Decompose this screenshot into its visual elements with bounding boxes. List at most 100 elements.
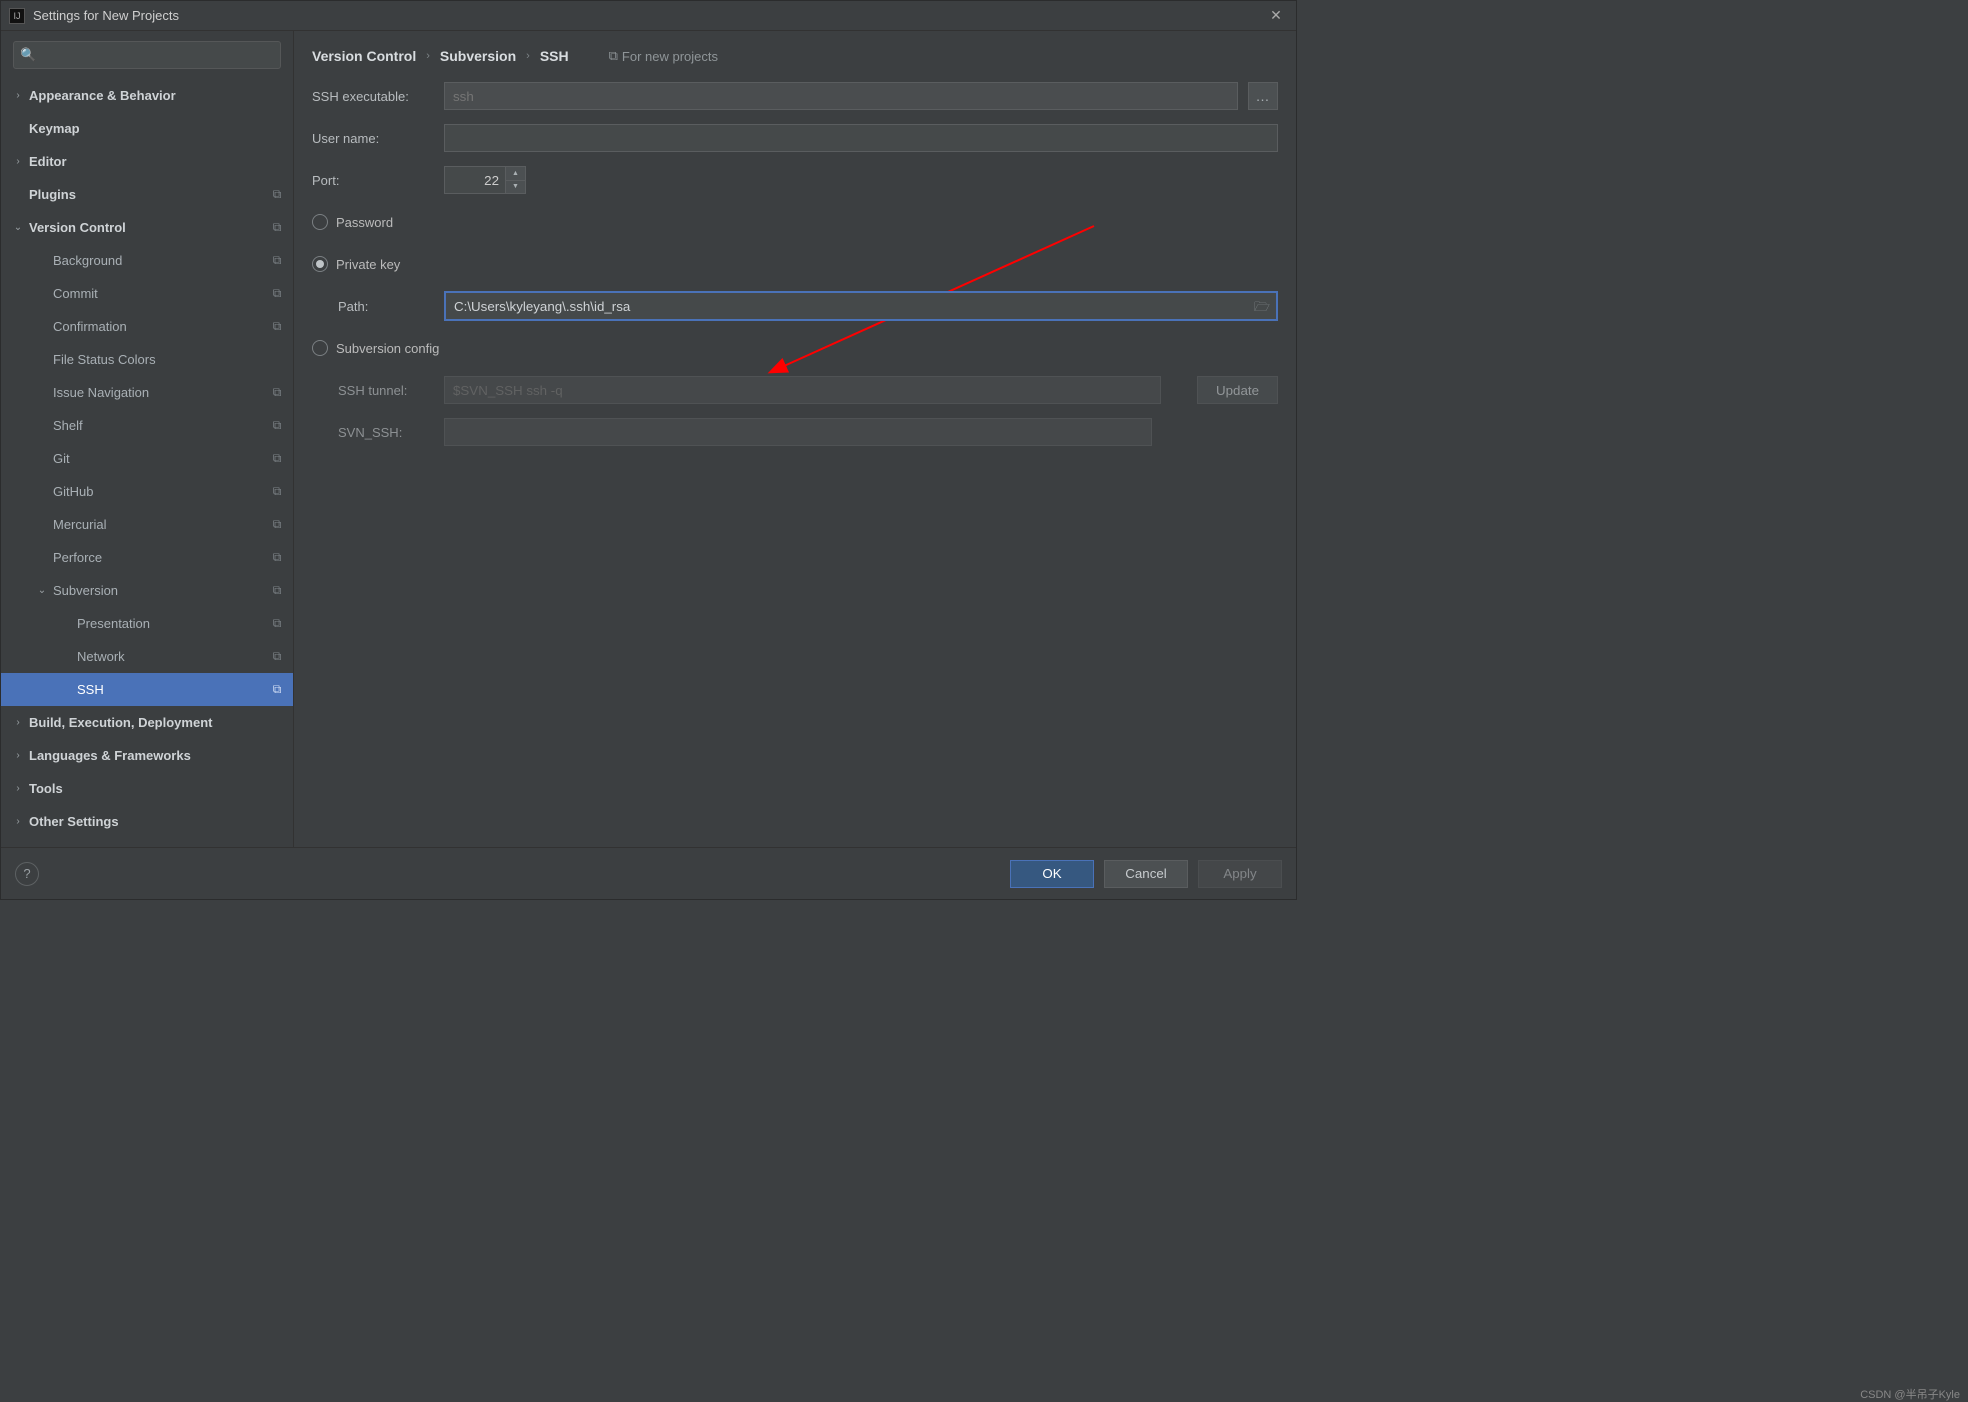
sidebar-item-subversion[interactable]: ⌄Subversion⧉ — [1, 574, 293, 607]
breadcrumb-item[interactable]: Version Control — [312, 48, 416, 64]
window-title: Settings for New Projects — [33, 8, 1264, 23]
sidebar-item-ssh[interactable]: ›SSH⧉ — [1, 673, 293, 706]
radio-icon — [312, 256, 328, 272]
sidebar-item-build-execution-deployment[interactable]: ›Build, Execution, Deployment — [1, 706, 293, 739]
sidebar-item-confirmation[interactable]: ›Confirmation⧉ — [1, 310, 293, 343]
ssh-form: SSH executable: … User name: Port: ▲ ▼ — [294, 81, 1296, 447]
sidebar-item-label: Subversion — [49, 583, 269, 598]
svn-ssh-input — [444, 418, 1152, 446]
sidebar-item-label: SSH — [73, 682, 269, 697]
sidebar: 🔍 ›Appearance & Behavior›Keymap›Editor›P… — [1, 31, 294, 847]
copy-icon: ⧉ — [269, 583, 285, 598]
sidebar-item-label: Mercurial — [49, 517, 269, 532]
sidebar-item-label: Editor — [25, 154, 285, 169]
update-button[interactable]: Update — [1197, 376, 1278, 404]
copy-icon: ⧉ — [269, 253, 285, 268]
sidebar-item-network[interactable]: ›Network⧉ — [1, 640, 293, 673]
port-stepper[interactable]: ▲ ▼ — [444, 166, 526, 194]
browse-executable-button[interactable]: … — [1248, 82, 1278, 110]
private-key-path-input[interactable] — [444, 291, 1278, 321]
sidebar-item-label: Other Settings — [25, 814, 285, 829]
sidebar-item-label: Keymap — [25, 121, 285, 136]
titlebar: IJ Settings for New Projects ✕ — [1, 1, 1296, 31]
radio-icon — [312, 214, 328, 230]
stepper-up-icon[interactable]: ▲ — [506, 167, 525, 181]
radio-private-key[interactable]: Private key — [312, 256, 400, 272]
chevron-icon: › — [11, 783, 25, 794]
sidebar-item-file-status-colors[interactable]: ›File Status Colors — [1, 343, 293, 376]
port-input[interactable] — [444, 166, 506, 194]
close-icon[interactable]: ✕ — [1264, 7, 1288, 24]
sidebar-item-label: Plugins — [25, 187, 269, 202]
sidebar-item-label: GitHub — [49, 484, 269, 499]
sidebar-item-perforce[interactable]: ›Perforce⧉ — [1, 541, 293, 574]
apply-button[interactable]: Apply — [1198, 860, 1282, 888]
username-label: User name: — [312, 131, 434, 146]
sidebar-item-commit[interactable]: ›Commit⧉ — [1, 277, 293, 310]
chevron-icon: › — [11, 156, 25, 167]
cancel-button[interactable]: Cancel — [1104, 860, 1188, 888]
copy-icon: ⧉ — [269, 616, 285, 631]
sidebar-item-label: Appearance & Behavior — [25, 88, 285, 103]
chevron-icon: ⌄ — [11, 222, 25, 233]
sidebar-item-mercurial[interactable]: ›Mercurial⧉ — [1, 508, 293, 541]
sidebar-item-version-control[interactable]: ⌄Version Control⧉ — [1, 211, 293, 244]
search-icon: 🔍 — [20, 47, 36, 63]
sidebar-item-label: Background — [49, 253, 269, 268]
svn-ssh-label: SVN_SSH: — [338, 425, 434, 440]
sidebar-item-keymap[interactable]: ›Keymap — [1, 112, 293, 145]
ssh-tunnel-label: SSH tunnel: — [338, 383, 434, 398]
for-new-projects-hint: ⧉ For new projects — [609, 48, 718, 64]
settings-tree: ›Appearance & Behavior›Keymap›Editor›Plu… — [1, 75, 293, 847]
app-icon: IJ — [9, 8, 25, 24]
breadcrumb-item[interactable]: Subversion — [440, 48, 516, 64]
copy-icon: ⧉ — [269, 385, 285, 400]
watermark: CSDN @半吊子Kyle — [1860, 1386, 1960, 1402]
sidebar-item-other-settings[interactable]: ›Other Settings — [1, 805, 293, 838]
sidebar-item-label: Version Control — [25, 220, 269, 235]
sidebar-item-presentation[interactable]: ›Presentation⧉ — [1, 607, 293, 640]
radio-password[interactable]: Password — [312, 214, 393, 230]
sidebar-item-plugins[interactable]: ›Plugins⧉ — [1, 178, 293, 211]
copy-icon: ⧉ — [269, 649, 285, 664]
username-input[interactable] — [444, 124, 1278, 152]
ok-button[interactable]: OK — [1010, 860, 1094, 888]
radio-password-label: Password — [336, 215, 393, 230]
sidebar-item-label: Languages & Frameworks — [25, 748, 285, 763]
chevron-icon: ⌄ — [35, 585, 49, 596]
breadcrumb: Version Control › Subversion › SSH ⧉ For… — [294, 31, 1296, 81]
copy-icon: ⧉ — [269, 220, 285, 235]
copy-icon: ⧉ — [269, 484, 285, 499]
sidebar-item-label: Issue Navigation — [49, 385, 269, 400]
sidebar-item-git[interactable]: ›Git⧉ — [1, 442, 293, 475]
ssh-tunnel-input — [444, 376, 1161, 404]
copy-icon: ⧉ — [269, 517, 285, 532]
radio-icon — [312, 340, 328, 356]
sidebar-item-issue-navigation[interactable]: ›Issue Navigation⧉ — [1, 376, 293, 409]
search-input[interactable] — [13, 41, 281, 69]
radio-subversion-config[interactable]: Subversion config — [312, 340, 439, 356]
ssh-executable-input[interactable] — [444, 82, 1238, 110]
sidebar-item-label: Presentation — [73, 616, 269, 631]
sidebar-item-tools[interactable]: ›Tools — [1, 772, 293, 805]
sidebar-item-github[interactable]: ›GitHub⧉ — [1, 475, 293, 508]
path-label: Path: — [338, 299, 434, 314]
port-label: Port: — [312, 173, 434, 188]
chevron-icon: › — [11, 717, 25, 728]
sidebar-item-shelf[interactable]: ›Shelf⧉ — [1, 409, 293, 442]
sidebar-item-label: Commit — [49, 286, 269, 301]
footer: ? OK Cancel Apply — [1, 847, 1296, 899]
copy-icon: ⧉ — [269, 550, 285, 565]
sidebar-item-label: Git — [49, 451, 269, 466]
sidebar-item-label: Perforce — [49, 550, 269, 565]
sidebar-item-editor[interactable]: ›Editor — [1, 145, 293, 178]
sidebar-item-background[interactable]: ›Background⧉ — [1, 244, 293, 277]
stepper-down-icon[interactable]: ▼ — [506, 181, 525, 194]
sidebar-item-languages-frameworks[interactable]: ›Languages & Frameworks — [1, 739, 293, 772]
sidebar-item-appearance-behavior[interactable]: ›Appearance & Behavior — [1, 79, 293, 112]
breadcrumb-item[interactable]: SSH — [540, 48, 569, 64]
folder-icon[interactable]: 🗁 — [1254, 298, 1270, 320]
help-button[interactable]: ? — [15, 862, 39, 886]
sidebar-item-label: Tools — [25, 781, 285, 796]
chevron-icon: › — [11, 90, 25, 101]
